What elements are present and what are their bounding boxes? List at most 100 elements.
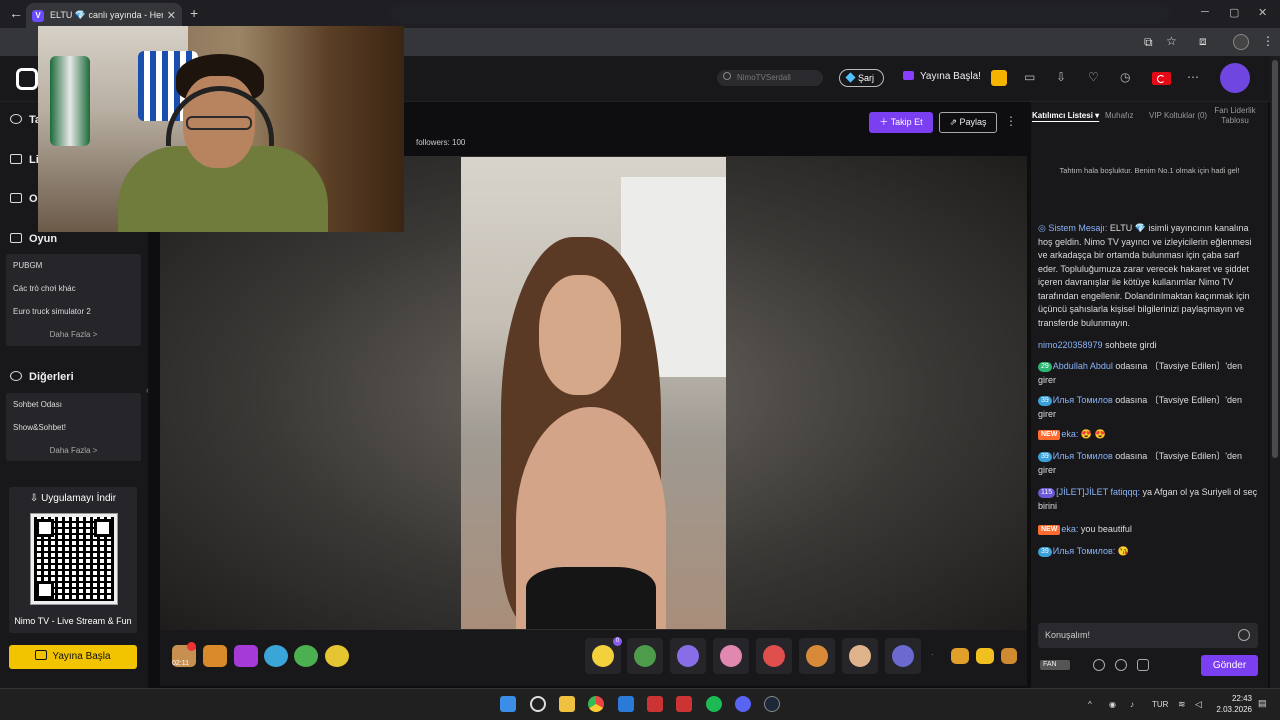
chat-username[interactable]: Илья Томилов: <box>1053 546 1115 556</box>
sarj-button[interactable]: Şarj <box>839 69 884 87</box>
collapse-sidebar-icon[interactable]: ‹ <box>146 385 154 403</box>
video-frame[interactable] <box>461 157 726 629</box>
send-button[interactable]: Gönder <box>1201 655 1258 676</box>
system-label-text: Sistem Mesajı: <box>1048 223 1108 233</box>
download-icon[interactable]: ⇩ <box>1056 70 1066 84</box>
games-more-link[interactable]: Daha Fazla > <box>6 323 141 346</box>
sticker-icon[interactable] <box>1115 659 1127 671</box>
wifi-icon[interactable]: ≋ <box>1178 699 1186 710</box>
start-icon[interactable] <box>500 696 516 712</box>
spotify-icon[interactable] <box>706 696 722 712</box>
notification-icon[interactable]: ▤ <box>1258 698 1267 709</box>
tray-mic-icon[interactable]: ♪ <box>1130 700 1134 709</box>
close-tab-icon[interactable]: ✕ <box>167 9 176 22</box>
chest-icon[interactable] <box>203 645 227 667</box>
history-icon[interactable]: ◷ <box>1120 70 1130 84</box>
profile-avatar[interactable] <box>1233 34 1249 50</box>
games-title: Oyun <box>29 233 58 245</box>
gift-slot[interactable] <box>799 638 835 674</box>
crown-icon[interactable] <box>976 648 994 664</box>
new-tab-icon[interactable]: + <box>190 5 198 21</box>
discord-icon[interactable] <box>735 696 751 712</box>
sidebar-item-other-games[interactable]: Các trò chơi khác <box>6 277 141 300</box>
browser-tab[interactable]: V ELTU 💎 canlı yayında - Hemen ✕ <box>26 3 182 28</box>
chat-username[interactable]: nimo220358979 <box>1038 340 1103 350</box>
chat-username[interactable]: eka: <box>1061 524 1078 534</box>
gift-slot[interactable] <box>670 638 706 674</box>
system-clock[interactable]: 22:43 2.03.2026 <box>1212 693 1252 715</box>
sidebar-item-show-chat[interactable]: Show&Sohbet! <box>6 416 141 439</box>
back-icon[interactable]: ← <box>9 5 23 21</box>
share-button[interactable]: ⇗ Paylaş <box>939 112 997 133</box>
file-explorer-icon[interactable] <box>559 696 575 712</box>
chat-username[interactable]: Илья Томилов <box>1053 451 1113 461</box>
sidebar-item-chat-room[interactable]: Sohbet Odası <box>6 393 141 416</box>
wheel-icon[interactable] <box>294 645 318 667</box>
chat-input[interactable]: Konuşalım! <box>1038 623 1258 648</box>
close-window-icon[interactable]: ✕ <box>1258 6 1267 19</box>
sidebar-item-pubgm[interactable]: PUBGM <box>6 254 141 277</box>
favorites-heart-icon[interactable]: ♡ <box>1088 70 1099 84</box>
stream-more-icon[interactable]: ⋮ <box>1005 114 1017 128</box>
bookmark-star-icon[interactable]: ☆ <box>1166 34 1177 48</box>
search-input[interactable]: NimoTVSerdall <box>717 70 823 86</box>
others-more-link[interactable]: Daha Fazla > <box>6 439 141 462</box>
chat-username[interactable]: [JİLET]JİLET fatiqqq: <box>1056 487 1140 497</box>
search-icon[interactable] <box>530 696 546 712</box>
sidebar-item-euro-truck[interactable]: Euro truck simulator 2 <box>6 300 141 323</box>
minimize-icon[interactable]: ─ <box>1201 6 1209 18</box>
tab-guards[interactable]: Muhafız <box>1105 111 1133 120</box>
go-live-link[interactable]: Yayına Başla! <box>903 71 981 82</box>
tab-vip-seats[interactable]: VIP Koltuklar (0) <box>1149 111 1207 120</box>
wallet-icon[interactable] <box>951 648 969 664</box>
follow-button[interactable]: ＋ Takip Et <box>869 112 933 133</box>
gift-box-icon[interactable] <box>234 645 258 667</box>
sidebar-section-other[interactable]: O <box>10 193 38 205</box>
app-icon[interactable] <box>676 696 692 712</box>
maximize-icon[interactable]: ▢ <box>1229 6 1239 19</box>
photos-icon[interactable] <box>618 696 634 712</box>
sidebar-section-follow[interactable]: Ta <box>10 114 41 126</box>
extensions-icon[interactable]: ⧈ <box>1199 34 1207 49</box>
page-scrollbar-thumb[interactable] <box>1272 60 1278 458</box>
gift-slot[interactable] <box>842 638 878 674</box>
gamepad-icon <box>10 233 22 243</box>
browser-menu-icon[interactable]: ⋮ <box>1262 34 1274 48</box>
app-icon[interactable] <box>647 696 663 712</box>
chest-gift-icon <box>892 645 914 667</box>
gift-separator: · <box>931 650 934 659</box>
more-icon[interactable]: ⋯ <box>1187 70 1199 84</box>
chat-username[interactable]: eka: <box>1061 429 1078 439</box>
gif-icon[interactable] <box>1137 659 1149 671</box>
star-icon[interactable] <box>325 645 349 667</box>
qr-code <box>30 513 118 605</box>
gift-slot[interactable] <box>885 638 921 674</box>
tab-participants[interactable]: Katılımcı Listesi ▾ <box>1032 111 1099 120</box>
message-icon[interactable]: ▭ <box>1024 70 1035 84</box>
settings-icon[interactable] <box>1093 659 1105 671</box>
tab-fan-leaderboard[interactable]: Fan Liderlik Tablosu <box>1212 106 1258 126</box>
user-avatar[interactable] <box>1220 63 1250 93</box>
gift-slot[interactable] <box>756 638 792 674</box>
volume-icon[interactable]: ◁ <box>1195 699 1202 710</box>
backpack-icon[interactable] <box>1001 648 1017 664</box>
chat-username[interactable]: Abdullah Abdul <box>1053 361 1113 371</box>
address-bar[interactable] <box>390 4 1170 24</box>
fan-badge[interactable]: FAN <box>1040 660 1070 670</box>
sidebar-section-list[interactable]: Li <box>10 154 39 166</box>
tray-chevron-icon[interactable]: ^ <box>1088 700 1092 709</box>
chat-username[interactable]: Илья Томилов <box>1053 395 1113 405</box>
cast-icon[interactable]: ⧉ <box>1144 35 1153 50</box>
event-icon[interactable] <box>991 70 1007 86</box>
golive-button[interactable]: Yayına Başla <box>9 645 137 669</box>
keyboard-language[interactable]: TUR <box>1152 700 1168 709</box>
propeller-icon[interactable] <box>264 645 288 667</box>
gift-slot[interactable] <box>713 638 749 674</box>
gift-slot[interactable] <box>627 638 663 674</box>
turkey-flag-icon[interactable] <box>1152 72 1171 85</box>
steam-icon[interactable] <box>764 696 780 712</box>
tray-discord-icon[interactable]: ◉ <box>1109 700 1116 709</box>
chrome-icon[interactable] <box>588 696 604 712</box>
nimo-logo-icon[interactable] <box>16 68 38 90</box>
emoji-icon[interactable] <box>1238 629 1250 641</box>
